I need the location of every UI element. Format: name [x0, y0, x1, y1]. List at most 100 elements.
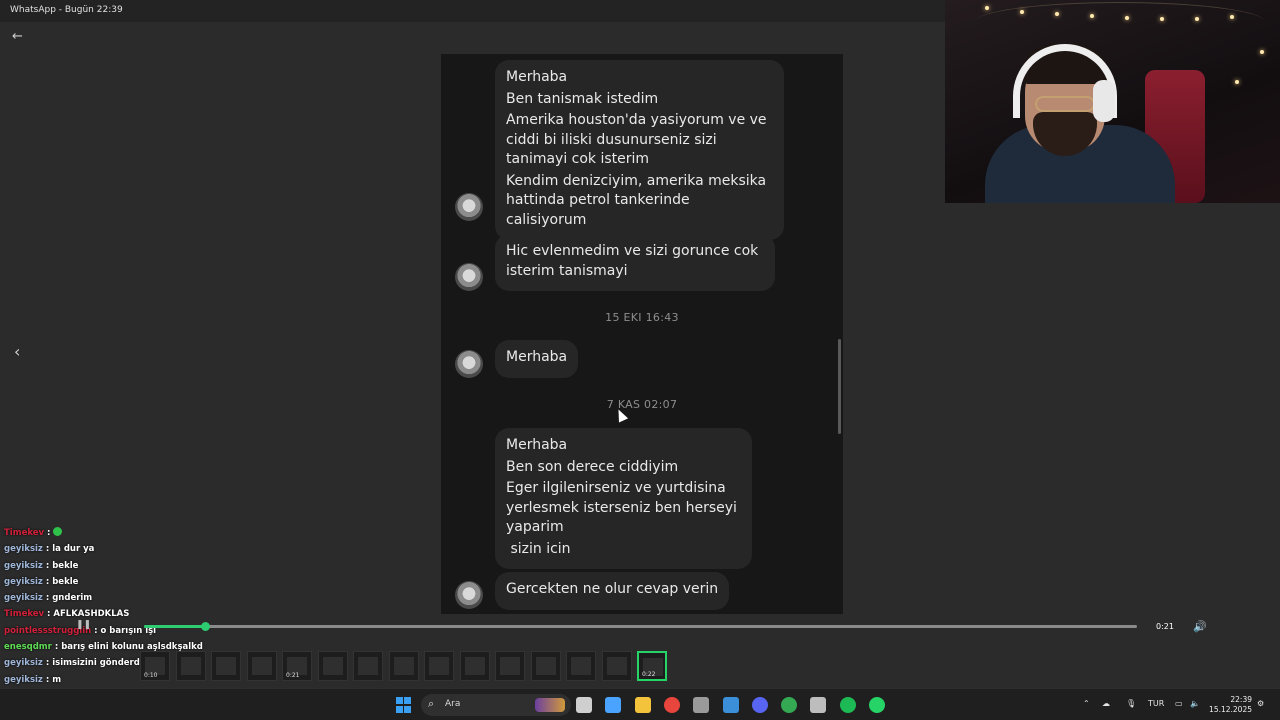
message-line: Amerika houston'da yasiyorum ve ve ciddi…	[506, 112, 767, 167]
scroll-indicator	[838, 339, 841, 434]
sender-avatar	[455, 581, 483, 609]
media-thumbnail[interactable]	[459, 651, 490, 681]
window-title: WhatsApp - Bugün 22:39	[10, 5, 123, 15]
webcam-overlay	[945, 0, 1280, 203]
chat-separator: :	[42, 674, 53, 685]
date-separator: 7 KAS 02:07	[606, 398, 678, 411]
taskbar: ⌕ Ara ⌃ ☁ 🎙 TUR ▭ 🔈 22:39 15.12.2025 ⚙	[0, 688, 1280, 720]
chat-username[interactable]: geyiksiz	[4, 593, 43, 603]
chat-username[interactable]: geyiksiz	[4, 577, 43, 587]
speaker-icon[interactable]: 🔈	[1190, 699, 1200, 708]
sender-avatar	[455, 263, 483, 291]
chat-separator: :	[44, 609, 54, 620]
chat-separator: :	[42, 593, 53, 604]
chat-screenshot: Merhaba Ben tanismak istedim Amerika hou…	[441, 54, 843, 614]
search-placeholder: Ara	[445, 699, 461, 709]
windows-start-icon[interactable]	[396, 697, 412, 713]
message-line: Merhaba	[506, 349, 568, 365]
steam-icon[interactable]	[722, 697, 739, 713]
media-thumbnail[interactable]	[317, 651, 348, 681]
task-view-icon[interactable]	[576, 697, 592, 713]
screen: WhatsApp - Bugün 22:39 ← ‹ Merhaba Ben t…	[0, 0, 1280, 720]
back-arrow-icon[interactable]: ←	[12, 30, 28, 44]
media-thumbnail[interactable]: 0:22	[637, 651, 667, 681]
app-icon[interactable]	[693, 697, 710, 713]
thumbnail-preview	[322, 657, 343, 675]
volume-icon[interactable]: 🔊	[1193, 620, 1207, 634]
file-explorer-icon[interactable]	[634, 697, 651, 713]
message-bubble: Gercekten ne olur cevap verin	[495, 572, 730, 610]
language-indicator[interactable]: TUR	[1148, 699, 1164, 708]
previous-media-icon[interactable]: ‹	[14, 343, 28, 361]
media-thumbnail[interactable]	[530, 651, 561, 681]
message-line: Hic evlenmedim ve sizi gorunce cok ister…	[506, 243, 759, 279]
chat-username[interactable]: geyiksiz	[4, 658, 43, 668]
seek-bar[interactable]	[144, 622, 1137, 631]
media-thumbnail[interactable]: 0:10	[140, 651, 170, 681]
clock-date: 15.12.2025	[1209, 705, 1252, 714]
chat-separator: :	[44, 528, 54, 538]
chat-username[interactable]: geyiksiz	[4, 544, 43, 554]
chat-username[interactable]: Timekev	[4, 609, 44, 619]
thumbnail-preview	[429, 657, 449, 675]
chat-username[interactable]: enesqdmr	[4, 642, 52, 652]
message-line: Merhaba	[506, 69, 568, 85]
tray-overflow-icon[interactable]: ⌃	[1083, 699, 1090, 708]
thumbnail-preview	[358, 657, 378, 675]
chat-username[interactable]: Timekev	[4, 528, 44, 538]
pause-icon[interactable]: ❚❚	[76, 620, 91, 630]
search-icon: ⌕	[428, 697, 435, 710]
chat-message: geyiksiz : la dur ya	[4, 541, 204, 557]
thumbnail-preview	[180, 657, 201, 675]
chrome-alt-icon[interactable]	[781, 697, 798, 713]
taskbar-search[interactable]: ⌕ Ara	[421, 694, 571, 716]
media-thumbnail[interactable]	[566, 651, 596, 681]
notification-icon[interactable]: ⚙	[1257, 699, 1264, 708]
thumbnail-duration: 0:10	[144, 672, 158, 679]
message-line: Gercekten ne olur cevap verin	[506, 581, 719, 597]
chat-text: bekle	[52, 576, 79, 587]
sender-avatar	[455, 193, 483, 221]
thumbnail-duration: 0:21	[286, 672, 300, 679]
chat-text: la dur ya	[52, 544, 95, 555]
chat-text: gnderim	[52, 593, 93, 604]
message-bubble: Merhaba Ben tanismak istedim Amerika hou…	[495, 60, 784, 240]
chat-message: geyiksiz : gnderim	[4, 590, 204, 606]
thumbnail-preview	[251, 657, 272, 675]
message-bubble: Merhaba Ben son derece ciddiyim Eger ilg…	[495, 428, 752, 569]
thumbnail-preview	[535, 657, 556, 675]
media-thumbnail[interactable]	[388, 651, 419, 681]
emote-icon	[53, 527, 63, 536]
thumbnail-duration: 0:22	[642, 671, 656, 678]
media-thumbnail[interactable]	[601, 651, 632, 681]
chat-text: m	[52, 674, 62, 685]
seek-progress	[144, 625, 205, 628]
whatsapp-icon[interactable]	[869, 697, 885, 713]
chat-username[interactable]: geyiksiz	[4, 561, 43, 571]
media-thumbnail[interactable]: 0:21	[282, 651, 312, 681]
media-thumbnail[interactable]	[424, 651, 454, 681]
network-icon[interactable]: ▭	[1175, 699, 1183, 708]
media-thumbnail[interactable]	[211, 651, 241, 681]
microphone-icon[interactable]: 🎙	[1126, 699, 1136, 708]
message-line: Kendim denizciyim, amerika meksika hatti…	[506, 172, 767, 228]
date-separator: 15 EKI 16:43	[605, 311, 679, 324]
app-alt-icon[interactable]	[810, 697, 827, 713]
spotify-icon[interactable]	[839, 697, 856, 713]
discord-icon[interactable]	[751, 697, 768, 713]
media-thumbnail[interactable]	[495, 651, 525, 681]
chrome-icon[interactable]	[663, 697, 680, 713]
seek-thumb[interactable]	[200, 622, 210, 631]
media-thumbnail[interactable]	[246, 651, 277, 681]
message-bubble: Merhaba	[495, 340, 579, 378]
store-icon[interactable]	[605, 697, 622, 713]
system-clock[interactable]: 22:39 15.12.2025	[1206, 695, 1252, 715]
media-thumbnail[interactable]	[175, 651, 206, 681]
chat-message: geyiksiz : isimsizini gönderdi	[4, 655, 204, 671]
chat-message: Timekev : AFLKASHDKLAS	[4, 606, 204, 622]
media-thumbnail[interactable]	[353, 651, 383, 681]
chat-separator: :	[91, 625, 101, 636]
onedrive-icon[interactable]: ☁	[1102, 699, 1110, 708]
chat-message: geyiksiz : m	[4, 672, 204, 688]
chat-username[interactable]: geyiksiz	[4, 675, 43, 685]
